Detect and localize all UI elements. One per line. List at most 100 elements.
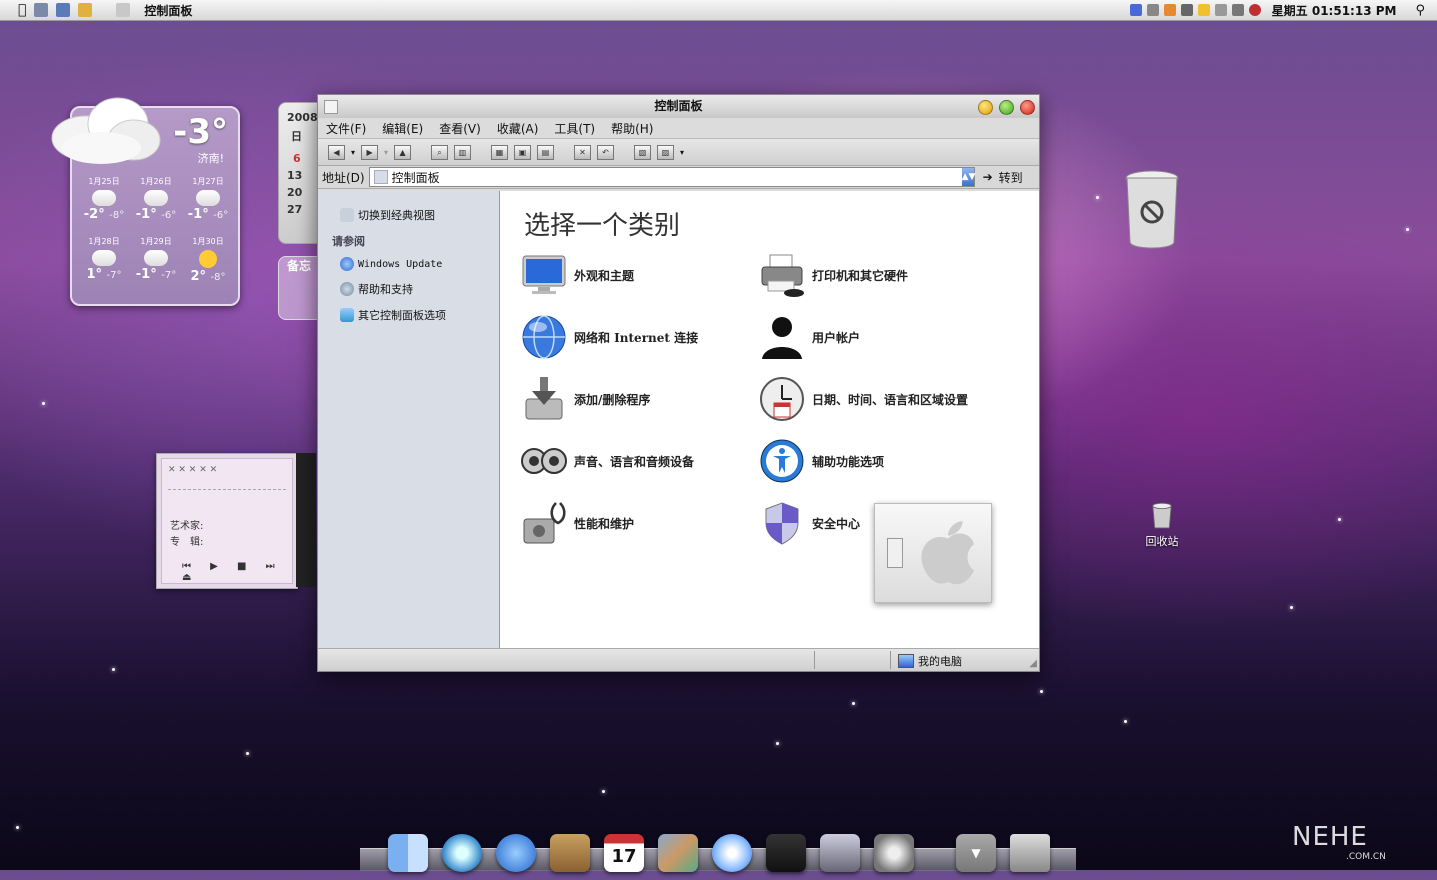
player-controls[interactable]: ⏮ ▶ ■ ⏭ ⏏	[182, 561, 292, 583]
window-icon[interactable]	[324, 100, 338, 114]
folders-icon[interactable]: ▥	[454, 144, 472, 160]
menu-favorites[interactable]: 收藏(A)	[497, 120, 539, 137]
category-date-time[interactable]: 日期、时间、语言和区域设置	[758, 375, 968, 423]
back-dropdown-icon[interactable]: ▾	[351, 148, 355, 157]
menu-view[interactable]: 查看(V)	[439, 120, 481, 137]
menu-edit[interactable]: 编辑(E)	[382, 120, 423, 137]
menu-tools[interactable]: 工具(T)	[554, 120, 595, 137]
resize-grip-icon[interactable]: ◢	[1029, 658, 1037, 669]
address-book-dock-icon[interactable]	[550, 834, 590, 872]
partly-cloudy-icon	[92, 246, 116, 266]
recycle-bin-shortcut[interactable]: 回收站	[1140, 502, 1184, 549]
light-switch-icon[interactable]	[887, 538, 903, 568]
windows-update-link[interactable]: Windows Update	[340, 257, 442, 271]
move-to-icon[interactable]: ▦	[491, 144, 509, 160]
desktop-icon[interactable]	[56, 3, 71, 17]
paste-icon[interactable]: ▤	[537, 144, 555, 160]
downloads-dock-icon[interactable]: ▼	[956, 834, 996, 872]
monitor-icon	[522, 255, 566, 294]
up-icon[interactable]: ▲	[394, 144, 412, 160]
properties-icon[interactable]: ▧	[634, 144, 652, 160]
category-user-accounts[interactable]: 用户帐户	[758, 313, 860, 361]
window-icon[interactable]	[116, 3, 131, 17]
switch-view-icon	[340, 208, 354, 222]
switch-classic-view-link[interactable]: 切换到经典视图	[340, 207, 435, 223]
views-dropdown-icon[interactable]: ▾	[680, 148, 684, 157]
category-performance[interactable]: 性能和维护	[520, 499, 634, 547]
battery-icon[interactable]	[1231, 4, 1244, 16]
phone-icon[interactable]	[1180, 4, 1193, 16]
category-label: 用户帐户	[812, 330, 861, 345]
go-button[interactable]: ➔ 转到	[983, 169, 1023, 186]
other-options-link[interactable]: 其它控制面板选项	[340, 307, 446, 323]
user-silhouette-icon	[762, 317, 802, 359]
music-player-widget[interactable]: ✕ ✕ ✕ ✕ ✕ 艺术家: 专 辑: ⏮ ▶ ■ ⏭ ⏏	[156, 453, 298, 589]
help-support-link[interactable]: 帮助和支持	[340, 281, 413, 297]
folder-icon[interactable]	[78, 3, 93, 17]
forecast-day: 1月28日 1° -7°	[86, 237, 122, 282]
ime-icon[interactable]	[1129, 4, 1142, 16]
forward-icon[interactable]: ▶	[361, 144, 379, 160]
forecast-day: 1月26日 -1° -6°	[135, 177, 177, 222]
category-label: 添加/删除程序	[574, 392, 651, 407]
partly-cloudy-icon	[196, 186, 220, 206]
menu-file[interactable]: 文件(F)	[326, 120, 366, 137]
qq-icon[interactable]	[1163, 4, 1176, 16]
address-bar: 地址(D) 控制面板 ▲▼ ➔ 转到	[318, 166, 1039, 189]
dashboard-dock-icon[interactable]	[820, 834, 860, 872]
help-support-label: 帮助和支持	[358, 283, 413, 296]
finder-icon[interactable]	[34, 3, 49, 17]
safari-dock-icon[interactable]	[442, 834, 482, 872]
apple-icon[interactable]: 	[18, 2, 26, 18]
finder-dock-icon[interactable]	[388, 834, 428, 872]
ichat-dock-icon[interactable]	[496, 834, 536, 872]
undo-icon[interactable]: ↶	[597, 144, 615, 160]
sun-icon[interactable]	[1197, 4, 1210, 16]
search-icon[interactable]: ⌕	[431, 144, 449, 160]
globe-icon	[522, 315, 566, 359]
address-dropdown-icon[interactable]: ▲▼	[961, 168, 975, 186]
other-options-label: 其它控制面板选项	[358, 309, 446, 322]
forward-dropdown-icon[interactable]: ▾	[384, 148, 388, 157]
shield-icon	[765, 502, 799, 545]
category-security-center[interactable]: 安全中心	[758, 499, 860, 547]
ical-dock-icon[interactable]: 17	[604, 834, 644, 872]
menubar-clock[interactable]: 星期五 01:51:13 PM	[1272, 2, 1397, 19]
shield-icon[interactable]	[1248, 4, 1261, 16]
speakers-icon	[521, 448, 567, 474]
maximize-button[interactable]	[999, 100, 1014, 115]
trash-icon[interactable]	[1122, 168, 1182, 252]
spotlight-icon[interactable]: ⚲	[1415, 3, 1425, 18]
category-appearance[interactable]: 外观和主题	[520, 251, 634, 299]
close-button[interactable]	[1020, 100, 1035, 115]
maintenance-icon	[523, 502, 566, 544]
delete-icon[interactable]: ✕	[574, 144, 592, 160]
watermark-sub: .COM.CN	[1346, 852, 1386, 862]
category-sound[interactable]: 声音、语言和音频设备	[520, 437, 694, 485]
album-label: 专 辑:	[170, 537, 204, 548]
menu-help[interactable]: 帮助(H)	[611, 120, 653, 137]
category-accessibility[interactable]: 辅助功能选项	[758, 437, 884, 485]
category-add-remove[interactable]: 添加/删除程序	[520, 375, 650, 423]
back-icon[interactable]: ◀	[328, 144, 345, 160]
itunes-dock-icon[interactable]	[712, 834, 752, 872]
trash-dock-icon[interactable]	[1010, 834, 1050, 872]
network-icon[interactable]	[1146, 4, 1159, 16]
imovie-dock-icon[interactable]	[766, 834, 806, 872]
views-icon[interactable]: ▨	[657, 144, 675, 160]
address-input[interactable]: 控制面板 ▲▼	[368, 167, 975, 187]
category-network[interactable]: 网络和 Internet 连接	[520, 313, 698, 361]
minimize-button[interactable]	[978, 100, 993, 115]
window-titlebar[interactable]: 控制面板	[318, 95, 1039, 118]
player-edge	[296, 453, 316, 587]
go-label: 转到	[998, 170, 1023, 185]
drive-icon[interactable]	[1214, 4, 1227, 16]
copy-to-icon[interactable]: ▣	[514, 144, 532, 160]
weather-widget[interactable]: -3° 济南! 1月25日 -2° -8° 1月26日 -1° -6° 1月27日 -…	[51, 97, 240, 306]
category-printers[interactable]: 打印机和其它硬件	[758, 251, 908, 299]
forecast-day: 1月25日 -2° -8°	[83, 177, 125, 222]
accessibility-icon	[760, 439, 804, 483]
recycle-bin-icon	[1152, 502, 1172, 529]
iphoto-dock-icon[interactable]	[658, 834, 698, 872]
system-preferences-dock-icon[interactable]	[874, 834, 914, 872]
